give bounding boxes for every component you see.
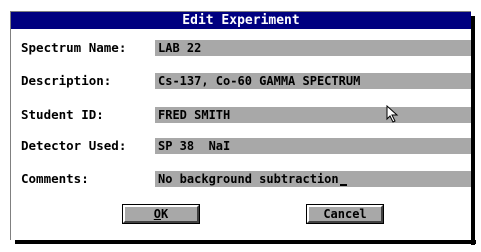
spectrum-name-row: Spectrum Name: LAB 22 [11,38,471,58]
description-row: Description: Cs-137, Co-60 GAMMA SPECTRU… [11,71,471,91]
arrow-cursor-icon [386,105,399,123]
detector-used-row: Detector Used: SP 38 NaI [11,136,471,156]
comments-field[interactable]: No background subtraction [155,171,471,187]
dialog-shadow-bottom [15,240,476,244]
comments-value: No background subtraction [158,172,339,186]
ok-label-rest: K [161,207,169,221]
ok-button[interactable]: OK [122,204,200,224]
detector-used-field[interactable]: SP 38 NaI [155,138,471,154]
dialog-title: Edit Experiment [11,12,471,29]
student-id-label: Student ID: [21,107,104,122]
comments-row: Comments: No background subtraction [11,169,471,189]
comments-label: Comments: [21,171,89,186]
description-field[interactable]: Cs-137, Co-60 GAMMA SPECTRUM [155,73,471,89]
spectrum-name-field[interactable]: LAB 22 [155,40,471,56]
dialog-shadow-right [471,16,475,245]
edit-experiment-dialog: Edit Experiment Spectrum Name: LAB 22 De… [10,11,476,245]
ok-accelerator: O [153,207,161,221]
spectrum-name-label: Spectrum Name: [21,40,127,55]
student-id-row: Student ID: FRED SMITH [11,105,471,125]
cancel-button[interactable]: Cancel [306,204,384,224]
detector-used-label: Detector Used: [21,138,127,153]
text-cursor [339,184,347,186]
student-id-field[interactable]: FRED SMITH [155,107,471,123]
description-label: Description: [21,73,112,88]
